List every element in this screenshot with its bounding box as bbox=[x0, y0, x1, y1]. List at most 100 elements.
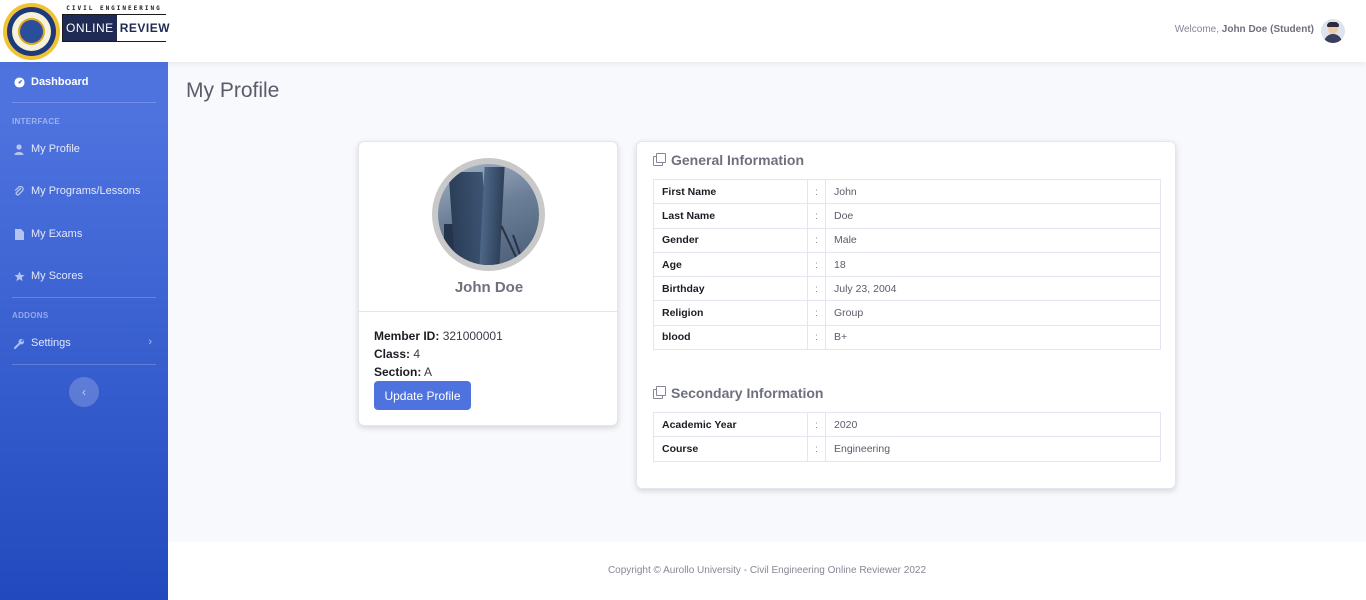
sidebar-item-label: My Programs/Lessons bbox=[31, 185, 141, 197]
chevron-left-icon: ‹ bbox=[82, 385, 86, 399]
footer-copyright: Copyright © Aurollo University - Civil E… bbox=[607, 565, 927, 576]
table-row: blood: B+ bbox=[653, 324, 1161, 351]
star-icon bbox=[13, 270, 25, 282]
secondary-information-table: Academic Year:2020 Course: Engineering bbox=[653, 411, 1161, 462]
member-id-value: 321000001 bbox=[442, 329, 503, 343]
chevron-right-icon: › bbox=[148, 336, 152, 348]
clone-icon bbox=[653, 153, 667, 167]
field-label: Last Name bbox=[653, 203, 808, 229]
update-profile-button[interactable]: Update Profile bbox=[374, 381, 471, 410]
table-row: Last Name: Doe bbox=[653, 203, 1161, 229]
paperclip-icon bbox=[13, 185, 25, 197]
sidebar-item-my-profile[interactable]: My Profile bbox=[13, 143, 80, 155]
page-title: My Profile bbox=[186, 79, 280, 102]
welcome-text[interactable]: Welcome, John Doe (Student) bbox=[1175, 24, 1314, 35]
sidebar-item-settings[interactable]: Settings bbox=[13, 337, 155, 349]
separator: : bbox=[807, 300, 826, 326]
general-information-title-text: General Information bbox=[671, 152, 805, 168]
university-seal-icon bbox=[3, 3, 60, 60]
brand-wordmark: CIVIL ENGINEERING ONLINE REVIEW bbox=[62, 5, 174, 42]
profile-card: John Doe Member ID: 321000001 Class: 4 S… bbox=[358, 141, 618, 426]
separator: : bbox=[807, 436, 826, 462]
tachometer-icon bbox=[13, 76, 25, 88]
field-label: Birthday bbox=[653, 276, 808, 302]
info-card: General Information First Name: John Last … bbox=[636, 141, 1176, 489]
member-id: Member ID: 321000001 bbox=[374, 329, 503, 343]
sidebar-divider bbox=[12, 297, 156, 298]
separator: : bbox=[807, 276, 826, 302]
class-value: 4 bbox=[413, 347, 421, 361]
profile-name: John Doe bbox=[454, 279, 524, 296]
field-label: Age bbox=[653, 251, 808, 278]
general-information-title: General Information bbox=[653, 152, 804, 168]
sidebar: Dashboard INTERFACE My Profile My Progra… bbox=[0, 62, 168, 600]
section-label: Section: bbox=[374, 365, 422, 379]
brand-online-text: ONLINE bbox=[63, 15, 117, 41]
table-row: First Name: John bbox=[653, 178, 1161, 205]
table-row: Gender: Male bbox=[653, 227, 1161, 253]
user-icon bbox=[13, 143, 25, 155]
separator: : bbox=[807, 203, 826, 229]
section: Section: A bbox=[374, 365, 432, 379]
general-information-table: First Name: John Last Name: Doe Gender: Male A… bbox=[653, 178, 1161, 351]
sidebar-divider bbox=[12, 102, 156, 103]
field-label: Gender bbox=[653, 227, 808, 253]
table-row: Academic Year:2020 bbox=[653, 411, 1161, 438]
table-row: Course: Engineering bbox=[653, 436, 1161, 462]
avatar[interactable] bbox=[1321, 19, 1345, 43]
separator: : bbox=[807, 227, 826, 253]
profile-divider bbox=[359, 311, 617, 312]
sidebar-item-label: Dashboard bbox=[31, 76, 89, 88]
field-label: Course bbox=[653, 436, 808, 462]
footer: Copyright © Aurollo University - Civil E… bbox=[168, 542, 1366, 600]
user-name: John Doe (Student) bbox=[1221, 24, 1314, 35]
welcome-prefix: Welcome, bbox=[1174, 24, 1219, 35]
table-row: Birthday: July 23, 2004 bbox=[653, 276, 1161, 302]
field-value: 18 bbox=[825, 251, 1161, 278]
section-value: A bbox=[424, 365, 433, 379]
field-value: Doe bbox=[825, 203, 1161, 229]
brand-top-text: CIVIL ENGINEERING bbox=[66, 5, 162, 12]
field-value: Engineering bbox=[825, 436, 1161, 462]
field-value: Group bbox=[825, 300, 1161, 326]
field-label: Religion bbox=[653, 300, 808, 326]
separator: : bbox=[807, 251, 826, 278]
wrench-icon bbox=[13, 337, 25, 349]
sidebar-item-my-exams[interactable]: My Exams bbox=[13, 228, 82, 240]
field-value: John bbox=[825, 178, 1161, 205]
profile-picture bbox=[432, 158, 545, 271]
field-value: B+ bbox=[825, 324, 1161, 351]
sidebar-heading-addons: ADDONS bbox=[12, 311, 49, 320]
sidebar-divider bbox=[12, 364, 156, 365]
member-id-label: Member ID: bbox=[374, 329, 440, 343]
class: Class: 4 bbox=[374, 347, 420, 361]
separator: : bbox=[807, 324, 826, 351]
sidebar-item-my-programs[interactable]: My Programs/Lessons bbox=[13, 185, 140, 197]
field-value: 2020 bbox=[825, 411, 1161, 438]
sidebar-toggle-button[interactable]: ‹ bbox=[69, 377, 99, 407]
secondary-information-title: Secondary Information bbox=[653, 385, 823, 401]
table-row: Religion: Group bbox=[653, 300, 1161, 326]
field-value: Male bbox=[825, 227, 1161, 253]
clone-icon bbox=[653, 386, 667, 400]
sidebar-item-my-scores[interactable]: My Scores bbox=[13, 270, 83, 282]
field-value: July 23, 2004 bbox=[825, 276, 1161, 302]
separator: : bbox=[807, 178, 826, 205]
sidebar-item-label: My Exams bbox=[31, 228, 83, 240]
sidebar-item-dashboard[interactable]: Dashboard bbox=[13, 76, 88, 88]
sidebar-heading-interface: INTERFACE bbox=[12, 117, 61, 126]
logo[interactable]: CIVIL ENGINEERING ONLINE REVIEW bbox=[3, 3, 174, 60]
class-label: Class: bbox=[374, 347, 411, 361]
sidebar-item-label: My Profile bbox=[31, 143, 80, 155]
secondary-information-title-text: Secondary Information bbox=[671, 385, 824, 401]
field-label: blood bbox=[653, 324, 808, 351]
sidebar-item-label: My Scores bbox=[31, 270, 83, 282]
brand-review-text: REVIEW bbox=[116, 15, 174, 41]
field-label: Academic Year bbox=[653, 411, 808, 438]
field-label: First Name bbox=[653, 178, 808, 205]
sidebar-item-label: Settings bbox=[31, 337, 71, 349]
separator: : bbox=[807, 411, 826, 438]
topbar: CIVIL ENGINEERING ONLINE REVIEW Welcome,… bbox=[0, 0, 1366, 62]
table-row: Age:18 bbox=[653, 251, 1161, 278]
file-icon bbox=[13, 228, 25, 240]
